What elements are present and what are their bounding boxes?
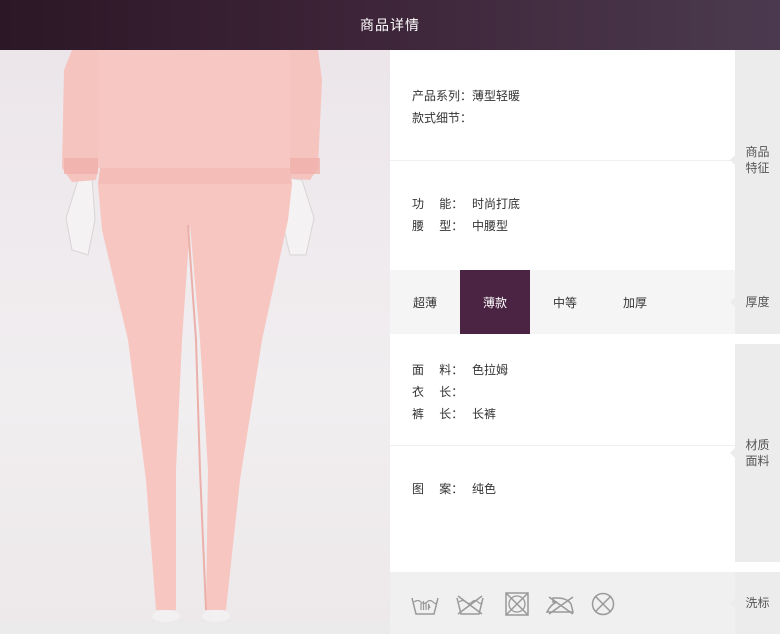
material-side-tab: 材质 面料 <box>730 344 780 562</box>
page-header: 商品详情 <box>0 0 780 50</box>
thickness-option-ultrathin[interactable]: 超薄 <box>390 270 460 334</box>
no-wash-icon <box>456 595 484 615</box>
no-iron-icon <box>545 596 574 615</box>
attr-pattern: 图 案： 纯色 <box>412 480 496 497</box>
attr-fabric: 面 料： 色拉姆 <box>412 361 508 378</box>
material-side-label: 材质 面料 <box>745 438 770 468</box>
attr-top-length-label: 衣 长： <box>412 385 464 399</box>
washing-side-label: 洗标 <box>745 596 770 610</box>
attr-waist-label: 腰 型： <box>412 219 464 233</box>
attr-series-label: 产品系列： <box>412 89 473 103</box>
material-divider <box>390 445 735 446</box>
page-title: 商品详情 <box>360 18 420 34</box>
attr-function-value: 时尚打底 <box>472 197 521 211</box>
pants-garment <box>98 184 292 610</box>
mannequin-left-hand <box>65 177 96 256</box>
no-dry-clean-icon <box>591 592 615 616</box>
features-side-label: 商品 特征 <box>745 145 770 175</box>
attr-waist: 腰 型： 中腰型 <box>412 217 508 234</box>
product-photo-graphic <box>62 50 322 622</box>
no-tumble-dry-icon <box>505 592 529 616</box>
pants-waistband <box>98 168 292 184</box>
attr-pants-length: 裤 长： 长裤 <box>412 405 496 422</box>
attr-detail-label: 款式细节： <box>412 111 473 125</box>
left-lace-cuff <box>64 158 98 174</box>
bottom-strip <box>0 622 390 634</box>
attr-pattern-value: 纯色 <box>472 482 497 496</box>
features-divider <box>390 160 735 161</box>
thickness-option-label: 加厚 <box>622 295 647 310</box>
attr-series-value: 薄型轻暖 <box>472 89 521 103</box>
product-image <box>0 50 390 622</box>
right-lace-cuff <box>288 158 320 174</box>
thickness-option-thick[interactable]: 加厚 <box>600 270 670 334</box>
attr-fabric-label: 面 料： <box>412 363 464 377</box>
thickness-side-tab: 厚度 <box>730 270 780 334</box>
thickness-option-label: 中等 <box>552 295 577 310</box>
attr-pants-length-value: 长裤 <box>472 407 497 421</box>
hand-wash-icon <box>411 597 439 615</box>
washing-side-tab: 洗标 <box>730 572 780 634</box>
thickness-option-label: 薄款 <box>482 295 507 310</box>
attr-pattern-label: 图 案： <box>412 482 464 496</box>
top-garment <box>98 50 290 172</box>
features-side-tab: 商品 特征 <box>730 50 780 270</box>
attr-detail: 款式细节： <box>412 109 472 126</box>
attr-series: 产品系列： 薄型轻暖 <box>412 87 520 104</box>
thickness-option-thin[interactable]: 薄款 <box>460 270 530 334</box>
attr-fabric-value: 色拉姆 <box>472 363 509 377</box>
attr-pants-length-label: 裤 长： <box>412 407 464 421</box>
thickness-option-label: 超薄 <box>412 295 437 310</box>
attr-top-length: 衣 长： <box>412 383 472 400</box>
attr-function-label: 功 能： <box>412 197 464 211</box>
thickness-option-medium[interactable]: 中等 <box>530 270 600 334</box>
attr-waist-value: 中腰型 <box>472 219 509 233</box>
attr-function: 功 能： 时尚打底 <box>412 195 520 212</box>
thickness-side-label: 厚度 <box>745 295 770 309</box>
